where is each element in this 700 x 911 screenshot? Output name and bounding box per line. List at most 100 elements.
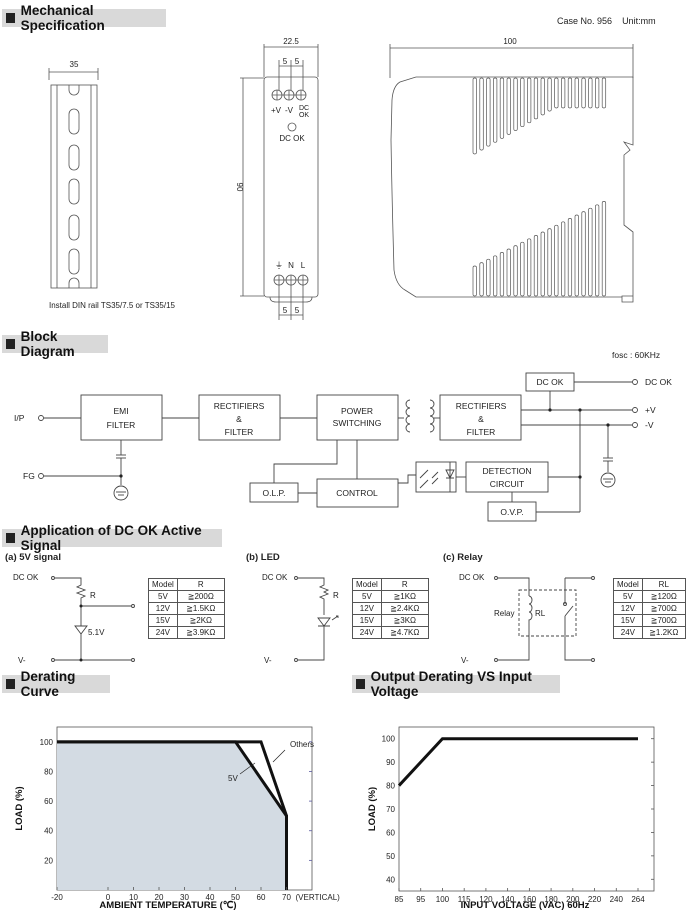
heatsink-fin — [595, 77, 600, 109]
terminal-label-dcok: OK — [299, 112, 309, 119]
cell: ≧2.4KΩ — [380, 602, 429, 615]
heatsink-fin — [547, 228, 552, 297]
block-diagram: I/P FG EMI FILTER RECTIFIERS & FILTER PO… — [14, 350, 672, 522]
table-row: 24V ≧1.2KΩ — [613, 626, 686, 639]
cell: 24V — [352, 626, 382, 639]
heatsink-fin — [520, 241, 525, 297]
heatsink-fin — [486, 77, 491, 147]
heatsink-fin — [601, 77, 607, 109]
rl-label: RL — [535, 609, 546, 618]
din-rail-drawing — [48, 68, 99, 289]
section-header-application: Application of DC OK Active Signal — [2, 523, 222, 553]
output-label: DC OK — [645, 377, 672, 387]
pitch-label: 5 — [295, 57, 300, 66]
din-width-label: 35 — [70, 60, 79, 69]
cell: 5V — [352, 590, 382, 603]
resistor-label: R — [90, 591, 96, 600]
heatsink-fin — [520, 77, 525, 128]
output-label: -V — [645, 420, 654, 430]
table-row: 5V ≧200Ω — [148, 590, 225, 603]
cell: 12V — [352, 602, 382, 615]
ground-icon — [113, 485, 129, 501]
x-tick-label: 264 — [631, 895, 645, 904]
plot-area — [398, 726, 655, 892]
y-tick-label: 60 — [44, 797, 53, 806]
cell: 24V — [613, 626, 643, 639]
x-tick-label: 60 — [257, 893, 266, 902]
y-axis-label: LOAD (%) — [14, 786, 25, 830]
annotation-5v: 5V — [228, 774, 238, 783]
heatsink-fin — [595, 204, 600, 297]
cell: ≧1.2KΩ — [641, 626, 686, 639]
y-tick-label: 50 — [386, 852, 395, 861]
y-tick-label: 40 — [44, 827, 53, 836]
cell: 5V — [148, 590, 178, 603]
cell: 12V — [613, 602, 643, 615]
bullet-square-icon — [356, 679, 365, 689]
heatsink-fin — [581, 77, 586, 109]
input-derating-chart: 85 95 100 115 120 140 160 180 200 220 240 264405060… — [367, 726, 655, 911]
heatsink-fin — [554, 77, 559, 109]
heatsink-fin — [540, 231, 545, 297]
heatsink-fin — [486, 258, 491, 297]
cell: 5V — [613, 590, 643, 603]
table-header: R — [176, 578, 225, 591]
x-tick-label: 85 — [395, 895, 404, 904]
table-header: Model — [148, 578, 178, 591]
heatsink-fin — [493, 255, 498, 297]
terminal-label: N — [288, 261, 294, 270]
derating-chart: -20 0 10 20 30 40 50 60 70 (VERTICAL)20406080100 O… — [14, 726, 341, 911]
pin-label: V- — [461, 656, 469, 665]
pin-label: DC OK — [262, 573, 288, 582]
table-header: Model — [352, 578, 382, 591]
y-tick-label: 40 — [386, 875, 395, 884]
block-label: & — [236, 414, 242, 424]
x-axis-label: AMBIENT TEMPERATURE (℃) — [99, 900, 236, 911]
block-label: DETECTION — [482, 466, 531, 476]
cell: ≧700Ω — [641, 602, 686, 615]
heatsink-fin — [540, 77, 545, 116]
table-row: 12V ≧1.5KΩ — [148, 602, 225, 615]
heatsink-fin — [567, 77, 573, 109]
table-row: 15V ≧3KΩ — [352, 614, 429, 627]
y-tick-label: 20 — [44, 856, 53, 865]
table-row: 5V ≧120Ω — [613, 590, 686, 603]
cell: 24V — [148, 626, 178, 639]
block-label: O.V.P. — [500, 507, 523, 517]
x-tick-label: 240 — [610, 895, 624, 904]
bullet-square-icon — [6, 533, 15, 543]
y-tick-label: 60 — [386, 828, 395, 837]
block-label: FILTER — [467, 427, 496, 437]
heatsink-fin — [561, 77, 566, 109]
cell: ≧3.9KΩ — [176, 626, 225, 639]
y-tick-label: 80 — [44, 767, 53, 776]
heatsink-fin — [547, 77, 552, 112]
resistor-table-5v: Model R 5V ≧200Ω 12V ≧1.5KΩ 15V ≧2KΩ 24V ≧3.9… — [148, 578, 225, 639]
x-tick-suffix: (VERTICAL) — [296, 893, 341, 902]
block-label: POWER — [341, 406, 373, 416]
block-label: & — [478, 414, 484, 424]
y-tick-label: 90 — [386, 758, 395, 767]
output-label: +V — [645, 405, 656, 415]
cell: ≧700Ω — [641, 614, 686, 627]
x-tick-label: -20 — [51, 893, 63, 902]
application-circuits: DC OK V- R 5.1V DC OK V- R DC OK V- Rela… — [13, 573, 595, 665]
y-tick-label: 100 — [382, 735, 396, 744]
resistor-table-led: Model R 5V ≧1KΩ 12V ≧2.4KΩ 15V ≧3KΩ 24V ≧4.7K… — [352, 578, 429, 639]
heatsink-fin — [472, 77, 477, 155]
table-header: R — [380, 578, 429, 591]
pitch-label: 5 — [295, 306, 300, 315]
side-view-drawing — [389, 44, 634, 303]
led-label: DC OK — [279, 134, 305, 143]
y-tick-label: 100 — [40, 738, 54, 747]
cell: ≧3KΩ — [380, 614, 429, 627]
y-axis-label: LOAD (%) — [367, 787, 378, 831]
x-axis-label: INPUT VOLTAGE (VAC) 60Hz — [461, 900, 590, 911]
block-label: FILTER — [225, 427, 254, 437]
side-width-label: 100 — [503, 37, 517, 46]
table-header: RL — [641, 578, 686, 591]
ground-terminal-icon: ⏚ — [275, 261, 283, 270]
block-label: CIRCUIT — [490, 479, 524, 489]
block-label: O.L.P. — [263, 488, 286, 498]
block-label: RECTIFIERS — [214, 401, 265, 411]
